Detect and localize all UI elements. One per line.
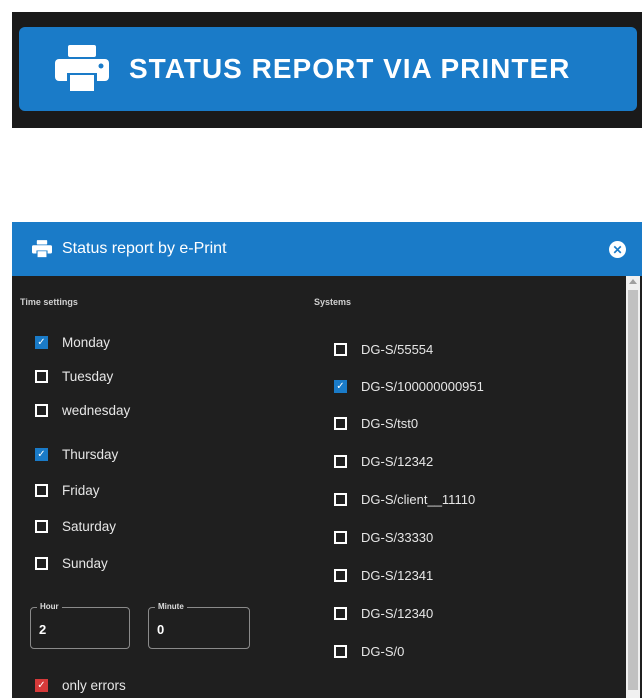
system-label: DG-S/12341	[361, 568, 434, 583]
dialog-header: Status report by e-Print ✕	[12, 222, 642, 276]
day-checkbox-thursday[interactable]: ✓ Thursday	[35, 447, 118, 462]
system-label: DG-S/33330	[361, 530, 434, 545]
day-label: Tuesday	[62, 369, 114, 384]
hour-label: Hour	[37, 602, 62, 611]
system-checkbox[interactable]: ✓ DG-S/12341	[334, 568, 433, 583]
checkbox[interactable]: ✓	[334, 343, 347, 356]
day-label: Saturday	[62, 519, 117, 534]
printer-icon	[55, 45, 109, 93]
hour-field[interactable]: Hour 2	[30, 602, 130, 649]
checkbox[interactable]: ✓	[35, 484, 48, 497]
checkbox[interactable]: ✓	[334, 493, 347, 506]
printer-icon	[32, 240, 52, 258]
system-label: DG-S/0	[361, 644, 405, 659]
minute-field[interactable]: Minute 0	[148, 602, 250, 649]
system-label: DG-S/55554	[361, 342, 434, 357]
system-checkbox[interactable]: ✓ DG-S/client__11110	[334, 492, 475, 507]
minute-label: Minute	[155, 602, 187, 611]
checkbox[interactable]: ✓	[334, 607, 347, 620]
checkbox[interactable]: ✓	[334, 569, 347, 582]
checkbox[interactable]: ✓	[35, 404, 48, 417]
checkbox[interactable]: ✓	[334, 645, 347, 658]
systems-label: Systems	[314, 297, 352, 307]
checkbox[interactable]: ✓	[35, 370, 48, 383]
checkbox[interactable]: ✓	[334, 380, 347, 393]
system-checkbox[interactable]: ✓ DG-S/33330	[334, 530, 433, 545]
day-label: Friday	[62, 483, 100, 498]
system-checkbox[interactable]: ✓ DG-S/0	[334, 644, 404, 659]
day-label: Monday	[62, 335, 111, 350]
banner-label: STATUS REPORT VIA PRINTER	[129, 53, 571, 84]
checkbox[interactable]: ✓	[334, 455, 347, 468]
day-label: Sunday	[62, 556, 108, 571]
day-checkbox-monday[interactable]: ✓ Monday	[35, 335, 110, 350]
system-checkbox[interactable]: ✓ DG-S/100000000951	[334, 379, 484, 394]
system-checkbox[interactable]: ✓ DG-S/12342	[334, 454, 433, 469]
only-errors-checkbox[interactable]: ✓ only errors	[35, 678, 126, 693]
day-label: Thursday	[62, 447, 119, 462]
day-checkbox-saturday[interactable]: ✓ Saturday	[35, 519, 116, 534]
banner-container: STATUS REPORT VIA PRINTER	[12, 12, 642, 128]
only-errors-label: only errors	[62, 678, 126, 693]
status-report-dialog: Status report by e-Print ✕ Time settings…	[12, 222, 642, 698]
checkbox[interactable]: ✓	[334, 531, 347, 544]
system-label: DG-S/tst0	[361, 416, 419, 431]
system-label: DG-S/100000000951	[361, 379, 484, 394]
day-label: wednesday	[62, 403, 131, 418]
checkbox[interactable]: ✓	[35, 557, 48, 570]
system-checkbox[interactable]: ✓ DG-S/12340	[334, 606, 433, 621]
system-label: DG-S/12340	[361, 606, 434, 621]
checkbox[interactable]: ✓	[334, 417, 347, 430]
system-checkbox[interactable]: ✓ DG-S/55554	[334, 342, 433, 357]
time-settings-label: Time settings	[20, 297, 78, 307]
system-label: DG-S/client__11110	[361, 492, 476, 507]
system-checkbox[interactable]: ✓ DG-S/tst0	[334, 416, 418, 431]
checkbox[interactable]: ✓	[35, 520, 48, 533]
day-checkbox-wednesday[interactable]: ✓ wednesday	[35, 403, 130, 418]
hour-value: 2	[39, 622, 47, 637]
close-icon[interactable]: ✕	[609, 241, 626, 258]
checkbox[interactable]: ✓	[35, 679, 48, 692]
system-label: DG-S/12342	[361, 454, 434, 469]
checkbox[interactable]: ✓	[35, 448, 48, 461]
status-report-printer-button[interactable]: STATUS REPORT VIA PRINTER	[19, 27, 637, 111]
minute-value: 0	[157, 622, 165, 637]
checkbox[interactable]: ✓	[35, 336, 48, 349]
scrollbar[interactable]	[626, 276, 640, 698]
scrollbar-thumb[interactable]	[628, 290, 638, 690]
scroll-up-icon[interactable]	[629, 279, 637, 284]
day-checkbox-friday[interactable]: ✓ Friday	[35, 483, 100, 498]
dialog-title: Status report by e-Print	[62, 240, 227, 257]
day-checkbox-tuesday[interactable]: ✓ Tuesday	[35, 369, 113, 384]
day-checkbox-sunday[interactable]: ✓ Sunday	[35, 556, 108, 571]
